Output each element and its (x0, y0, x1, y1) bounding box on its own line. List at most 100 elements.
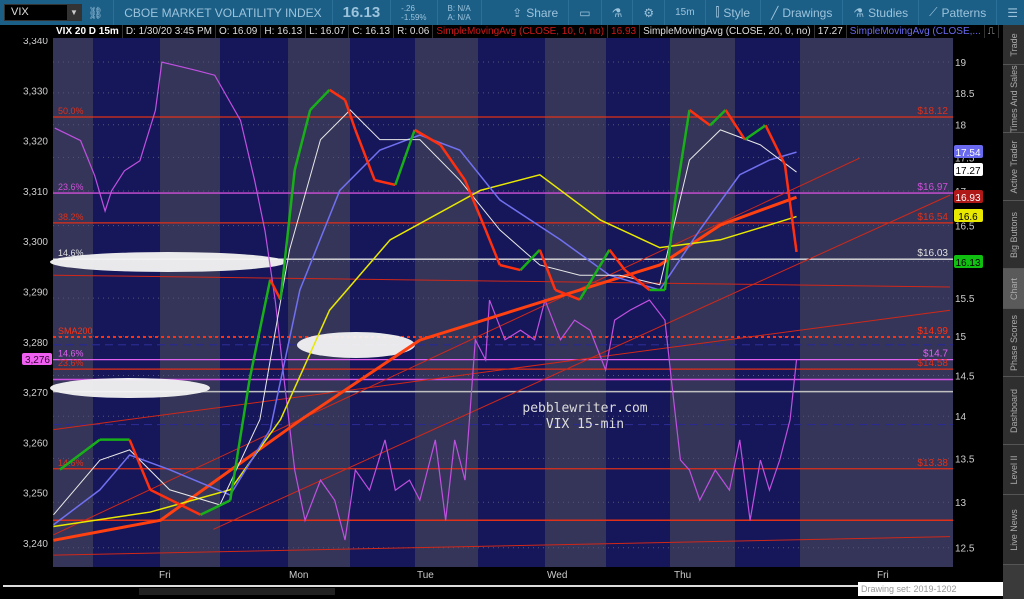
sidebar-tab-live-news[interactable]: Live News (1003, 495, 1024, 565)
right-axis-tick: 14.5 (955, 372, 975, 383)
change-block: -.26 -1.59% (395, 4, 432, 22)
timeframe-button[interactable]: 15m (669, 7, 700, 18)
right-axis-tick: 13 (955, 498, 967, 509)
net-change: -.26 (401, 3, 415, 13)
sidebar-tab-chart[interactable]: Chart (1003, 269, 1024, 309)
candle-icon: ⫿ (715, 5, 720, 19)
alert-icon: ▭ (579, 5, 591, 20)
legend-sma10[interactable]: SimpleMovingAvg (CLOSE, 10, 0, no) (433, 25, 609, 38)
right-axis-tick: 13.5 (955, 454, 975, 465)
price-level-label: $16.54 (917, 212, 948, 223)
patterns-label: Patterns (941, 5, 987, 20)
price-chart[interactable]: $18.12 50.0% $16.97 23.6% $16.54 38.2% $16.03 1… (0, 38, 1003, 567)
sidebar-tab-big-buttons[interactable]: Big Buttons (1003, 201, 1024, 269)
price-badge-label: 17.54 (955, 148, 980, 159)
flask-icon: ⚗ (611, 5, 623, 20)
watermark-caption: VIX 15-min (546, 417, 624, 432)
legend-range: R: 0.06 (394, 25, 434, 38)
left-axis-tick: 3,330 (23, 86, 48, 97)
right-axis-tick: 18.5 (955, 89, 975, 100)
sidebar-tab-label: Dashboard (1008, 388, 1019, 433)
toolbar: VIX ▼ ⛓ CBOE MARKET VOLATILITY INDEX 16.1… (0, 0, 1024, 25)
left-axis-tick: 3,280 (23, 338, 48, 349)
price-level-label: $14.99 (917, 326, 948, 337)
sidebar-tab-trade[interactable]: Trade (1003, 25, 1024, 65)
legend-open: O: 16.09 (216, 25, 262, 38)
chart-legend: VIX 20 D 15m D: 1/30/20 3:45 PM O: 16.09… (53, 25, 999, 38)
right-axis-tick: 18 (955, 121, 967, 132)
right-sidebar: Trade Times And Sales Active Trader Big But… (1003, 25, 1024, 599)
sidebar-tab-label: Live News (1008, 508, 1019, 551)
drawing-set-selector[interactable]: Drawing set: 2019-1202 (858, 582, 1003, 596)
sidebar-tab-label: Chart (1008, 277, 1019, 300)
left-axis-tick: 3,340 (23, 38, 48, 47)
price-level-label: $13.38 (917, 458, 948, 469)
symbol-selector[interactable]: VIX ▼ (4, 4, 82, 21)
sidebar-tab-level-ii[interactable]: Level II (1003, 445, 1024, 495)
legend-sma20-value: 17.27 (815, 25, 847, 38)
last-price: 16.13 (342, 4, 381, 21)
bid-ask: B: N/A A: N/A (442, 4, 477, 22)
flask-button[interactable]: ⚗ (606, 6, 629, 20)
share-label: Share (526, 5, 559, 20)
style-label: Style (723, 5, 751, 20)
left-axis-tick: 3,310 (23, 187, 48, 198)
legend-toggle-icon[interactable]: ⎍ (985, 25, 999, 38)
right-axis-tick: 12.5 (955, 544, 975, 555)
horizontal-scrollbar[interactable] (3, 585, 951, 595)
menu-button[interactable]: ☰ (1001, 6, 1024, 20)
drawings-button[interactable]: ╱ Drawings (765, 6, 838, 20)
sidebar-tab-phase-scores[interactable]: Phase Scores (1003, 309, 1024, 377)
price-badge-label: 16.13 (955, 258, 980, 269)
line-icon: ╱ (771, 5, 779, 20)
legend-high: H: 16.13 (261, 25, 307, 38)
sidebar-tab-active-trader[interactable]: Active Trader (1003, 133, 1024, 201)
settings-button[interactable]: ⚙ (637, 6, 660, 20)
sidebar-tab-label: Times And Sales (1008, 64, 1019, 133)
price-level-label: $18.12 (917, 106, 948, 117)
studies-label: Studies (868, 5, 909, 20)
legend-sma50[interactable]: SimpleMovingAvg (CLOSE,... (847, 25, 985, 38)
time-axis-label: Fri (159, 570, 171, 581)
sidebar-tab-label: Phase Scores (1008, 314, 1019, 371)
chevron-down-icon[interactable]: ▼ (67, 5, 81, 20)
left-axis-tick: 3,270 (23, 388, 48, 399)
fib-level-label: 14.6% (58, 349, 84, 359)
left-axis-tick: 3,290 (23, 288, 48, 299)
left-axis-tick: 3,260 (23, 438, 48, 449)
left-axis-tick: 3,250 (23, 489, 48, 500)
sidebar-tab-times-and-sales[interactable]: Times And Sales (1003, 65, 1024, 133)
list-icon: ☰ (1007, 5, 1018, 20)
legend-sma20[interactable]: SimpleMovingAvg (CLOSE, 20, 0, no) (640, 25, 815, 38)
patterns-button[interactable]: ⟋ Patterns (923, 5, 992, 20)
left-axis-tick: 3,320 (23, 137, 48, 148)
time-axis-label: Tue (417, 570, 434, 581)
left-axis-tick: 3,240 (23, 539, 48, 550)
left-axis-marker: 3,276 (25, 355, 50, 366)
scrollbar-thumb[interactable] (139, 588, 335, 595)
sidebar-tab-label: Big Buttons (1008, 211, 1019, 258)
right-axis-tick: 19 (955, 58, 967, 69)
fib-level-label: 50.0% (58, 106, 84, 116)
left-axis-bg (0, 38, 53, 567)
price-badge-label: 16.93 (955, 193, 980, 204)
studies-button[interactable]: ⚗ Studies (847, 6, 914, 20)
legend-title: VIX 20 D 15m (53, 25, 123, 38)
bid: B: N/A (447, 3, 471, 13)
fib-level-label: 23.6% (58, 358, 84, 368)
link-icon[interactable]: ⛓ (82, 6, 109, 20)
right-axis-tick: 16.5 (955, 222, 975, 233)
legend-close: C: 16.13 (349, 25, 395, 38)
fib-level-label: SMA200 (58, 326, 93, 336)
share-button[interactable]: ⇪ Share (506, 6, 564, 20)
share-icon: ⇪ (512, 5, 523, 20)
sidebar-tab-label: Active Trader (1008, 139, 1019, 194)
left-axis-tick: 3,300 (23, 237, 48, 248)
sidebar-tab-dashboard[interactable]: Dashboard (1003, 377, 1024, 445)
price-badge-label: 16.6 (958, 212, 978, 223)
highlight-ellipse (50, 378, 210, 398)
alert-button[interactable]: ▭ (573, 6, 596, 20)
gear-icon: ⚙ (643, 5, 655, 20)
fib-level-label: 23.6% (58, 182, 84, 192)
style-button[interactable]: ⫿ Style (710, 5, 757, 20)
